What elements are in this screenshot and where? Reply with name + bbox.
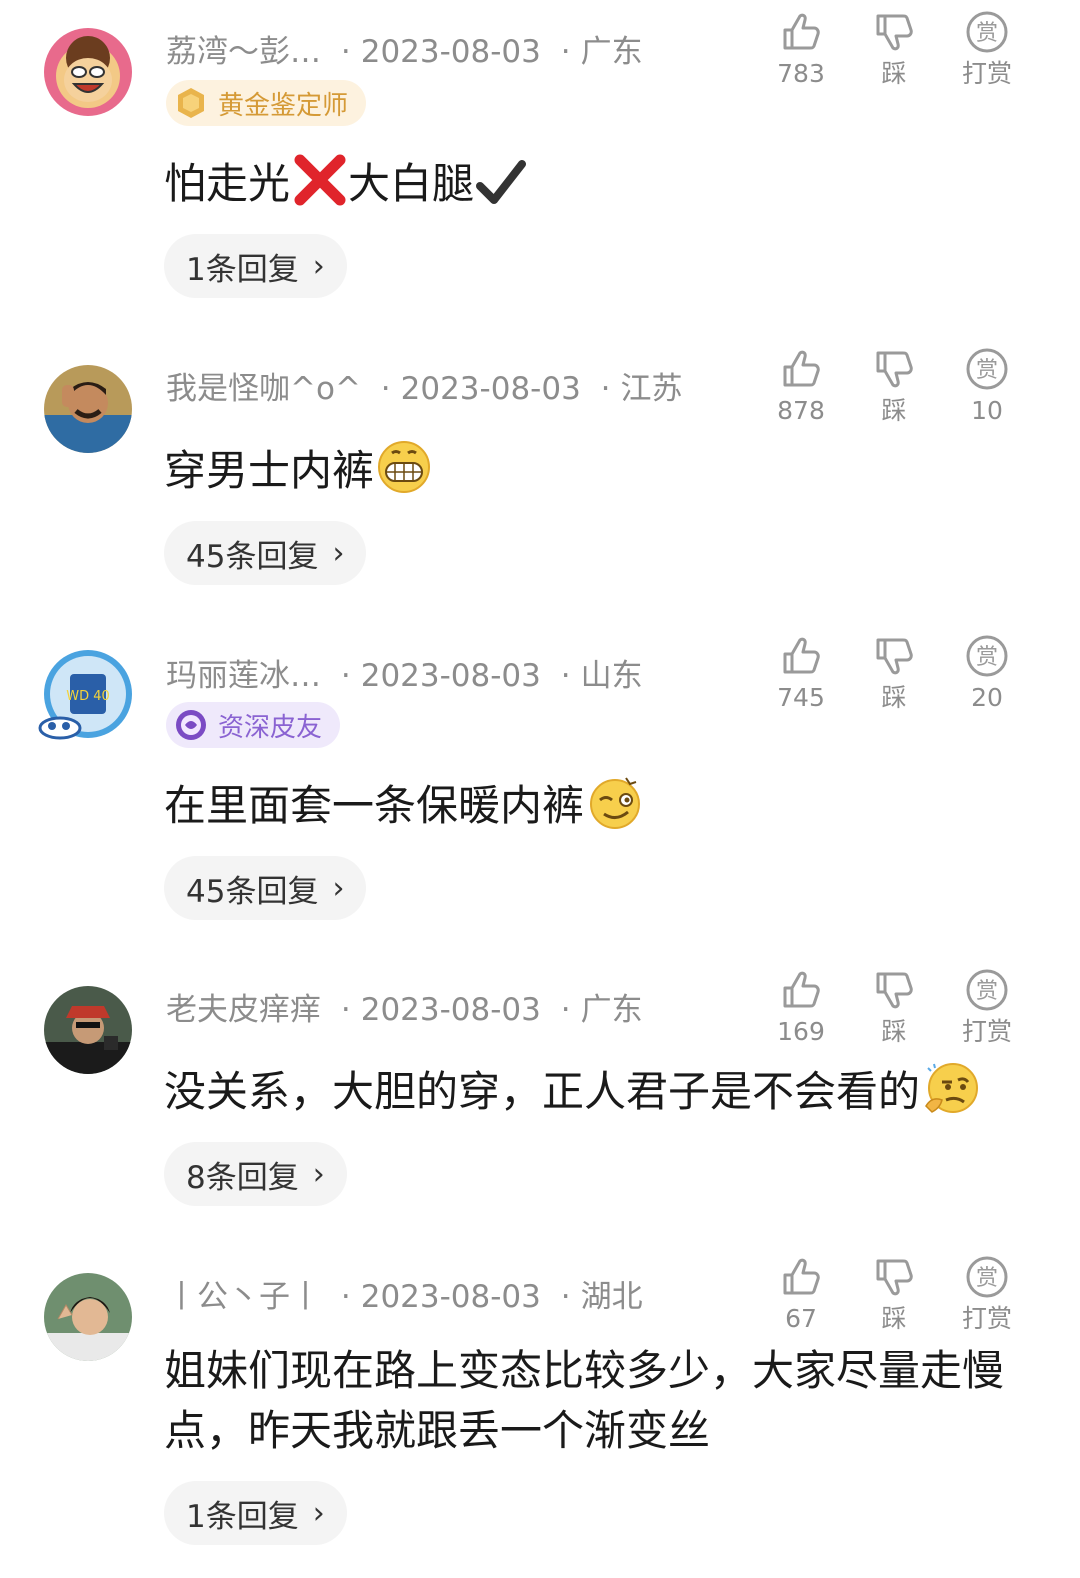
badge-label: 资深皮友 xyxy=(218,712,323,743)
username[interactable]: 玛丽莲冰… xyxy=(166,658,321,694)
reward-icon xyxy=(965,347,1009,391)
username[interactable]: 丨公丶子丨 xyxy=(166,1279,321,1315)
reward-button[interactable]: 10 xyxy=(947,347,1027,427)
like-button[interactable]: 783 xyxy=(761,10,841,90)
thumbs-down-icon xyxy=(872,968,916,1012)
reward-label: 打赏 xyxy=(961,1017,1012,1046)
thumbs-up-icon xyxy=(779,634,823,678)
dislike-label: 踩 xyxy=(881,1017,907,1046)
thumbs-down-icon xyxy=(872,347,916,391)
cross-mark-icon xyxy=(294,154,346,206)
username[interactable]: 老夫皮痒痒 xyxy=(166,992,321,1028)
comment-location: 江苏 xyxy=(620,371,683,407)
reward-button[interactable]: 打赏 xyxy=(947,968,1027,1048)
dislike-label: 踩 xyxy=(881,59,907,88)
check-mark-icon xyxy=(476,160,527,204)
dislike-button[interactable]: 踩 xyxy=(854,968,934,1048)
dislike-button[interactable]: 踩 xyxy=(854,634,934,714)
avatar[interactable] xyxy=(44,365,132,453)
chevron-right-icon: › xyxy=(312,1156,325,1192)
reward-icon xyxy=(965,10,1009,54)
thumbs-up-icon xyxy=(779,968,823,1012)
dislike-label: 踩 xyxy=(881,396,907,425)
comment-meta: 丨公丶子丨 · 2023-08-03 · 湖北 xyxy=(166,1279,643,1315)
dislike-label: 踩 xyxy=(881,683,907,712)
replies-button[interactable]: 45条回复 › xyxy=(164,521,367,585)
username[interactable]: 我是怪咖^o^ xyxy=(166,371,361,407)
like-count: 878 xyxy=(777,396,825,425)
like-count: 783 xyxy=(777,59,825,88)
comment-content: 在里面套一条保暖内裤 xyxy=(164,774,644,836)
gold-appraiser-icon xyxy=(178,88,204,118)
chevron-right-icon: › xyxy=(332,535,345,571)
thumbs-down-icon xyxy=(872,634,916,678)
user-badge[interactable]: 黄金鉴定师 xyxy=(166,80,367,126)
grinning-face-icon xyxy=(378,441,431,493)
chevron-right-icon: › xyxy=(332,870,345,906)
reward-button[interactable]: 打赏 xyxy=(947,1255,1027,1335)
thumbs-up-icon xyxy=(779,347,823,391)
username[interactable]: 荔湾～彭… xyxy=(166,34,321,70)
dislike-button[interactable]: 踩 xyxy=(854,10,934,90)
like-button[interactable]: 745 xyxy=(761,634,841,714)
like-count: 745 xyxy=(777,683,825,712)
thumbs-up-icon xyxy=(779,10,823,54)
thumbs-down-icon xyxy=(872,1255,916,1299)
comment-meta: 玛丽莲冰… · 2023-08-03 · 山东 xyxy=(166,658,643,694)
dislike-label: 踩 xyxy=(881,1304,907,1333)
avatar[interactable] xyxy=(44,1273,132,1361)
comment-location: 广东 xyxy=(580,992,643,1028)
dislike-button[interactable]: 踩 xyxy=(854,1255,934,1335)
avatar[interactable]: WD 40 xyxy=(38,650,132,740)
user-badge[interactable]: 资深皮友 xyxy=(166,702,341,748)
comment-location: 山东 xyxy=(580,658,643,694)
reward-count: 10 xyxy=(971,396,1003,425)
replies-button[interactable]: 45条回复 › xyxy=(164,856,367,920)
comment-date: 2023-08-03 xyxy=(360,1279,541,1315)
thumbs-down-icon xyxy=(872,10,916,54)
replies-button[interactable]: 8条回复 › xyxy=(164,1142,347,1206)
comment-meta: 老夫皮痒痒 · 2023-08-03 · 广东 xyxy=(166,992,643,1028)
reward-icon xyxy=(965,634,1009,678)
like-count: 67 xyxy=(785,1304,817,1333)
like-button[interactable]: 878 xyxy=(761,347,841,427)
chevron-right-icon: › xyxy=(312,248,325,284)
senior-member-icon xyxy=(176,710,206,740)
comment-date: 2023-08-03 xyxy=(360,992,541,1028)
replies-button[interactable]: 1条回复 › xyxy=(164,234,347,298)
reward-label: 打赏 xyxy=(961,1304,1012,1333)
replies-button[interactable]: 1条回复 › xyxy=(164,1481,347,1545)
winking-face-icon xyxy=(590,777,641,829)
reward-button[interactable]: 20 xyxy=(947,634,1027,714)
reward-count: 20 xyxy=(971,683,1003,712)
reward-label: 打赏 xyxy=(961,59,1012,88)
like-button[interactable]: 67 xyxy=(761,1255,841,1335)
reward-icon xyxy=(965,968,1009,1012)
like-count: 169 xyxy=(777,1017,825,1046)
svg-text:WD 40: WD 40 xyxy=(66,689,110,704)
avatar[interactable] xyxy=(44,986,132,1074)
comment-content: 姐妹们现在路上变态比较多少，大家尽量走慢点，昨天我就跟丢一个渐变丝 xyxy=(164,1346,1005,1455)
thinking-face-icon xyxy=(925,1063,979,1113)
comment-meta: 我是怪咖^o^ · 2023-08-03 · 江苏 xyxy=(166,371,683,407)
thumbs-up-icon xyxy=(779,1255,823,1299)
reward-button[interactable]: 打赏 xyxy=(947,10,1027,90)
comment-date: 2023-08-03 xyxy=(360,658,541,694)
chevron-right-icon: › xyxy=(312,1495,325,1531)
badge-label: 黄金鉴定师 xyxy=(218,90,349,121)
avatar[interactable] xyxy=(44,28,132,116)
dislike-button[interactable]: 踩 xyxy=(854,347,934,427)
comment-meta: 荔湾～彭… · 2023-08-03 · 广东 xyxy=(166,34,643,70)
comment-date: 2023-08-03 xyxy=(400,371,581,407)
comment-location: 广东 xyxy=(580,34,643,70)
comment-content: 怕走光 大白腿 xyxy=(164,152,527,214)
comment-content: 穿男士内裤 xyxy=(164,439,432,501)
comment-content: 没关系，大胆的穿，正人君子是不会看的 xyxy=(164,1060,980,1122)
comment-location: 湖北 xyxy=(580,1279,643,1315)
reward-icon xyxy=(965,1255,1009,1299)
like-button[interactable]: 169 xyxy=(761,968,841,1048)
comment-date: 2023-08-03 xyxy=(360,34,541,70)
